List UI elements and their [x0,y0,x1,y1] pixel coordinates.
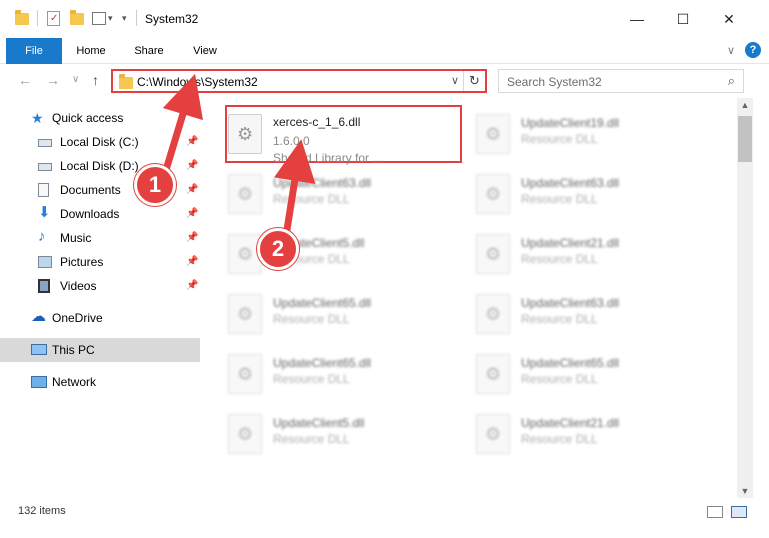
callout-badge-1: 1 [134,164,176,206]
callout-badge-2: 2 [257,228,299,270]
arrow-2 [273,139,316,237]
annotation-arrows [162,73,316,237]
arrow-1 [162,73,204,172]
